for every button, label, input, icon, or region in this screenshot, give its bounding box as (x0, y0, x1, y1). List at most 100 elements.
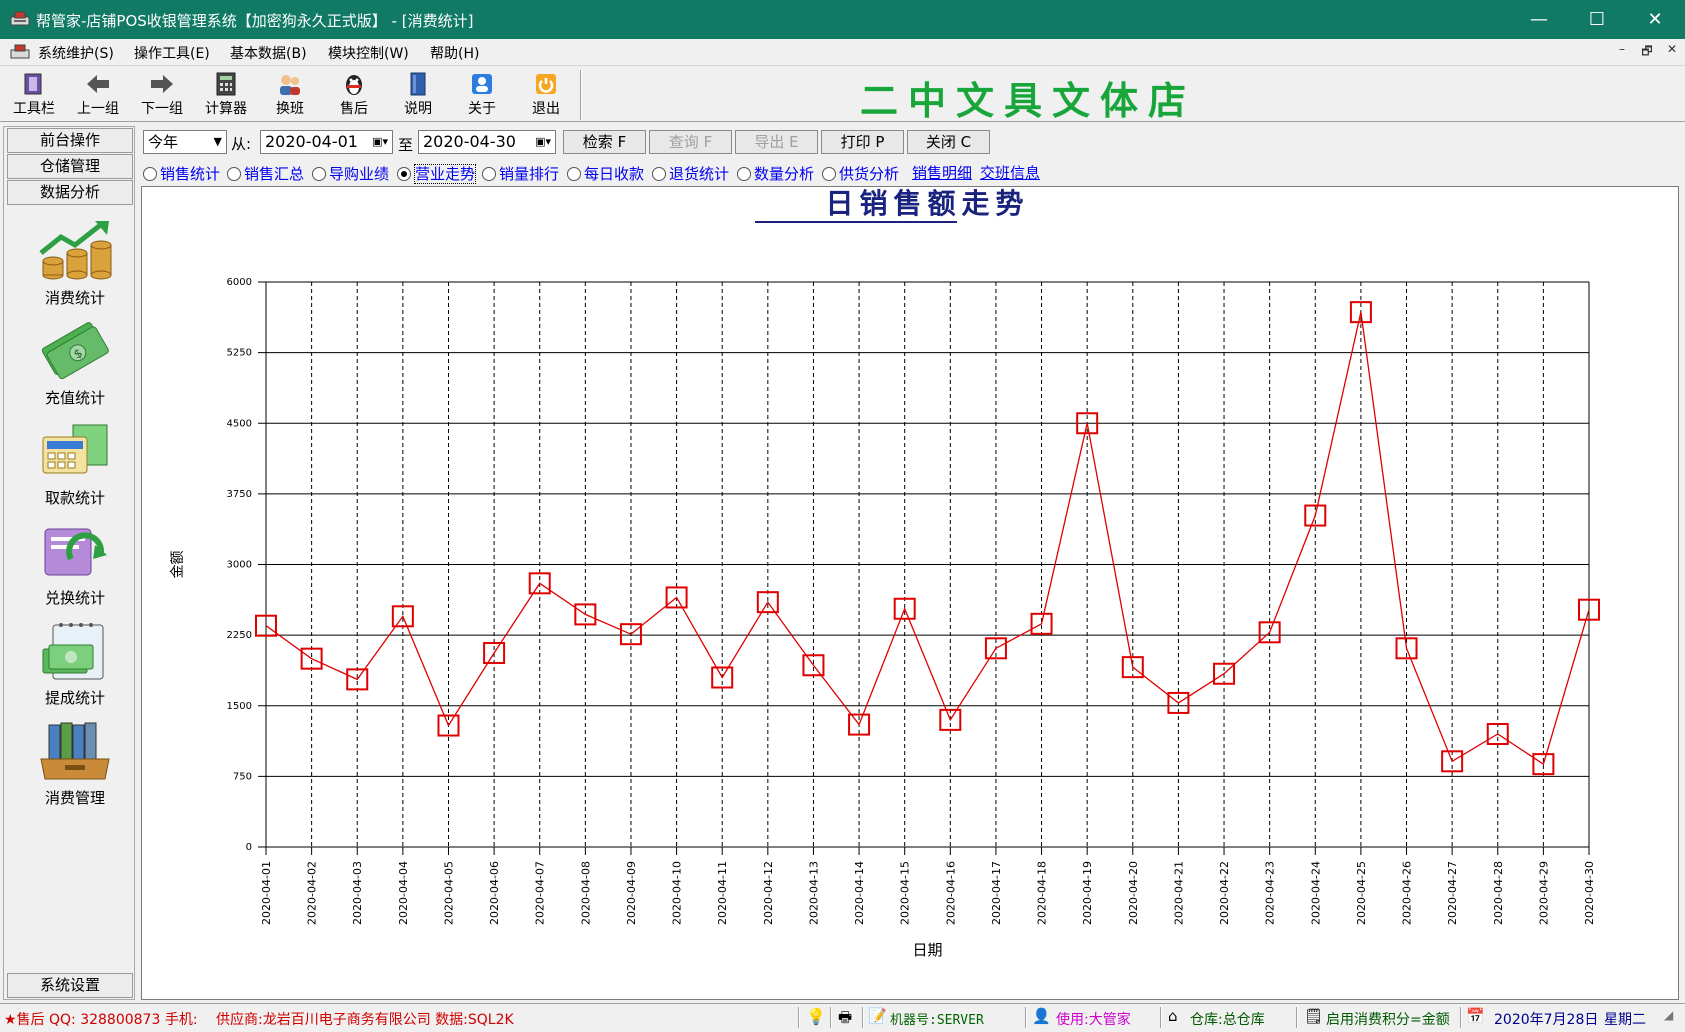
radio-label: 销售统计 (160, 165, 221, 183)
status-separator (1025, 1007, 1027, 1028)
manual-label: 说明 (404, 101, 432, 117)
support-info: ★售后 QQ: 328800873 手机: (4, 1012, 198, 1028)
x-tick-label: 2020-04-28 (1492, 861, 1505, 925)
x-tick-label: 2020-04-17 (990, 861, 1003, 925)
x-tick-label: 2020-04-14 (853, 861, 866, 925)
radio-supply-analysis[interactable]: 供货分析 (822, 163, 900, 183)
radio-label: 退货统计 (669, 165, 730, 183)
calendar-icon: 📅 (1466, 1007, 1485, 1025)
toolbar-separator (580, 70, 582, 120)
about-button[interactable]: 关于 (450, 68, 514, 120)
x-axis-label: 日期 (912, 941, 942, 959)
radio-daily-receipts[interactable]: 每日收款 (567, 163, 645, 183)
radio-circle (143, 167, 157, 181)
prev-group-button[interactable]: 上一组 (66, 68, 130, 120)
to-date-value: 2020-04-30 (423, 132, 516, 151)
mdi-restore-button[interactable]: 🗗 (1637, 42, 1657, 63)
to-date-picker[interactable]: 2020-04-30 ▣▾ (418, 130, 556, 154)
maximize-button[interactable]: ☐ (1568, 0, 1626, 39)
radio-sales-ranking[interactable]: 销量排行 (482, 163, 559, 183)
after-sales-button[interactable]: 售后 (322, 68, 386, 120)
x-tick-label: 2020-04-07 (534, 861, 547, 925)
sidebar-item-recharge-stats[interactable]: $ 充值统计 (22, 319, 128, 408)
home-icon: ⌂ (1168, 1007, 1178, 1025)
x-tick-label: 2020-04-16 (944, 861, 957, 925)
menu-bar: 系统维护(S) 操作工具(E) 基本数据(B) 模块控制(W) 帮助(H) – … (0, 39, 1685, 66)
print-button[interactable]: 打印 P (821, 130, 904, 154)
y-tick-label: 3750 (227, 489, 252, 500)
close-button[interactable]: ✕ (1626, 0, 1684, 39)
next-group-button[interactable]: 下一组 (130, 68, 194, 120)
sidebar-tab-warehouse[interactable]: 仓储管理 (7, 154, 133, 179)
weekday-info: 星期二 (1604, 1012, 1646, 1028)
radio-sales-summary[interactable]: 销售汇总 (227, 163, 304, 183)
chart-title: 日销售额走势 (825, 187, 1029, 220)
mdi-close-button[interactable]: ✕ (1662, 42, 1682, 56)
radio-circle (737, 167, 751, 181)
sidebar-tab-front-desk[interactable]: 前台操作 (7, 128, 133, 153)
close-view-button[interactable]: 关闭 C (907, 130, 990, 154)
menu-basic-data[interactable]: 基本数据(B) (230, 43, 307, 63)
exit-button[interactable]: 退出 (514, 68, 578, 120)
mdi-minimize-button[interactable]: – (1612, 42, 1632, 56)
query-button[interactable]: 查询 F (649, 130, 732, 154)
y-tick-label: 3000 (227, 560, 252, 571)
power-icon (536, 74, 556, 94)
x-tick-label: 2020-04-09 (625, 861, 638, 925)
app-icon (10, 11, 30, 26)
resize-grip-icon[interactable]: ◢ (1664, 1008, 1673, 1022)
sidebar-item-consumption-stats[interactable]: 消费统计 (22, 219, 128, 308)
sidebar-item-exchange-stats[interactable]: 兑换统计 (22, 519, 128, 608)
sidebar-item-commission-stats[interactable]: 提成统计 (22, 619, 128, 708)
menu-help[interactable]: 帮助(H) (430, 43, 479, 63)
y-tick-label: 1500 (227, 701, 252, 712)
calculator-icon (216, 72, 236, 96)
user-icon: 👤 (1032, 1007, 1051, 1025)
x-tick-label: 2020-04-18 (1036, 861, 1049, 925)
points-info: 启用消费积分=金额 (1326, 1012, 1450, 1028)
shift-info-link[interactable]: 交班信息 (980, 162, 1040, 183)
toolbar-toolbar-button[interactable]: 工具栏 (2, 68, 66, 120)
x-tick-label: 2020-04-04 (397, 861, 410, 925)
shift-change-button[interactable]: 换班 (258, 68, 322, 120)
radio-label: 每日收款 (584, 165, 645, 183)
info-person-icon (472, 74, 492, 94)
shift-change-label: 换班 (276, 101, 304, 117)
calculator-label: 计算器 (205, 101, 247, 117)
about-label: 关于 (468, 101, 496, 117)
menu-tools[interactable]: 操作工具(E) (134, 43, 210, 63)
calculator-button[interactable]: 计算器 (194, 68, 258, 120)
supplier-info: 供应商:龙岩百川电子商务有限公司 数据:SQL2K (216, 1012, 514, 1028)
menu-system[interactable]: 系统维护(S) (38, 43, 114, 63)
radio-label: 导购业绩 (329, 165, 390, 183)
export-button[interactable]: 导出 E (735, 130, 818, 154)
period-select[interactable]: 今年 ▼ (143, 130, 227, 154)
from-date-picker[interactable]: 2020-04-01 ▣▾ (260, 130, 393, 154)
minimize-button[interactable]: — (1510, 0, 1568, 39)
sidebar-item-withdraw-stats[interactable]: 取款统计 (22, 419, 128, 508)
sidebar-tab-system-settings[interactable]: 系统设置 (7, 973, 133, 998)
window-title: 帮管家-店铺POS收银管理系统【加密狗永久正式版】 - [消费统计] (36, 12, 474, 30)
radio-business-trend[interactable]: 营业走势 (397, 163, 477, 184)
x-tick-label: 2020-04-27 (1446, 861, 1459, 925)
sales-detail-link[interactable]: 销售明细 (912, 162, 972, 183)
radio-return-stats[interactable]: 退货统计 (652, 163, 730, 183)
radio-label: 数量分析 (754, 165, 815, 183)
toolbar: 工具栏 上一组 下一组 计算器 换班 售后 说明 关于 退出 (0, 66, 1685, 122)
menu-module[interactable]: 模块控制(W) (328, 43, 409, 63)
exit-label: 退出 (532, 101, 560, 117)
sidebar-tab-data-analysis[interactable]: 数据分析 (7, 180, 133, 205)
x-tick-label: 2020-04-26 (1401, 861, 1414, 925)
radio-sales-stats[interactable]: 销售统计 (143, 163, 221, 183)
radio-guide-performance[interactable]: 导购业绩 (312, 163, 390, 183)
after-sales-label: 售后 (340, 101, 368, 117)
x-tick-label: 2020-04-05 (442, 861, 455, 925)
sidebar-item-consumption-manage[interactable]: 消费管理 (22, 719, 128, 808)
y-tick-label: 5250 (227, 348, 252, 359)
radio-quantity-analysis[interactable]: 数量分析 (737, 163, 815, 183)
x-tick-label: 2020-04-13 (807, 861, 820, 925)
toolbox-icon (24, 73, 42, 95)
radio-label: 供货分析 (839, 165, 900, 183)
search-button[interactable]: 检索 F (563, 130, 646, 154)
manual-button[interactable]: 说明 (386, 68, 450, 120)
